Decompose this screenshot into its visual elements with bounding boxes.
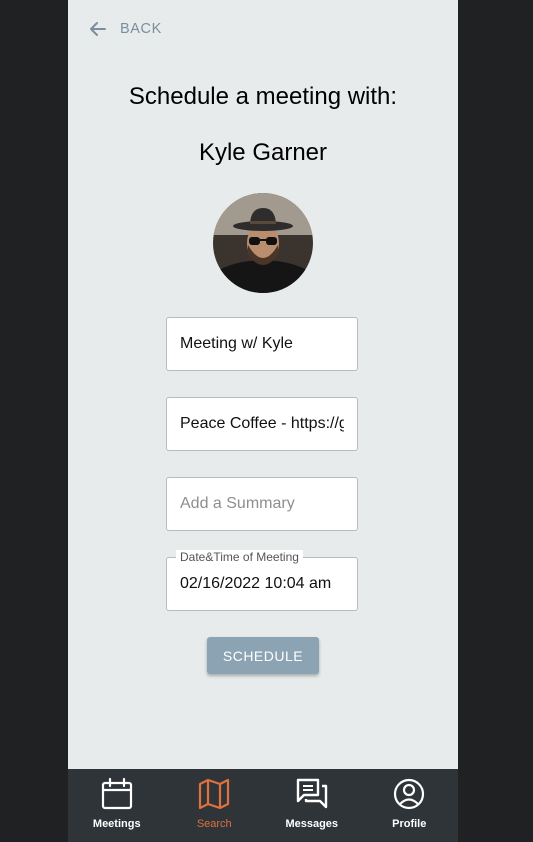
calendar-icon <box>101 777 132 810</box>
contact-name: Kyle Garner <box>198 139 328 166</box>
nav-label-profile: Profile <box>392 818 427 830</box>
user-circle-icon <box>394 778 425 810</box>
meeting-title-field[interactable] <box>166 317 358 371</box>
bottom-nav: Meetings Search Messages Profile <box>68 769 458 842</box>
avatar <box>213 193 313 293</box>
location-field[interactable] <box>166 397 358 451</box>
map-icon <box>199 778 230 810</box>
meeting-title-input[interactable] <box>167 318 357 370</box>
chat-icon <box>296 778 327 809</box>
nav-label-messages: Messages <box>285 818 339 830</box>
app-screen: BACK Schedule a meeting with: Kyle Garne… <box>68 0 458 842</box>
nav-item-meetings[interactable]: Meetings <box>68 769 166 842</box>
nav-item-search[interactable]: Search <box>166 769 264 842</box>
summary-field[interactable] <box>166 477 358 531</box>
schedule-button[interactable]: SCHEDULE <box>207 637 319 674</box>
location-input[interactable] <box>167 398 357 450</box>
datetime-label: Date&Time of Meeting <box>176 550 303 564</box>
nav-item-profile[interactable]: Profile <box>361 769 459 842</box>
summary-input[interactable] <box>167 478 357 530</box>
back-label: BACK <box>120 21 162 37</box>
arrow-left-icon <box>90 22 106 36</box>
back-button[interactable]: BACK <box>88 18 162 40</box>
page-title: Schedule a meeting with: <box>128 83 398 110</box>
nav-item-messages[interactable]: Messages <box>263 769 361 842</box>
datetime-field[interactable]: Date&Time of Meeting <box>166 550 358 611</box>
nav-label-search: Search <box>196 818 232 830</box>
nav-label-meetings: Meetings <box>92 818 141 830</box>
datetime-input[interactable] <box>167 558 357 610</box>
